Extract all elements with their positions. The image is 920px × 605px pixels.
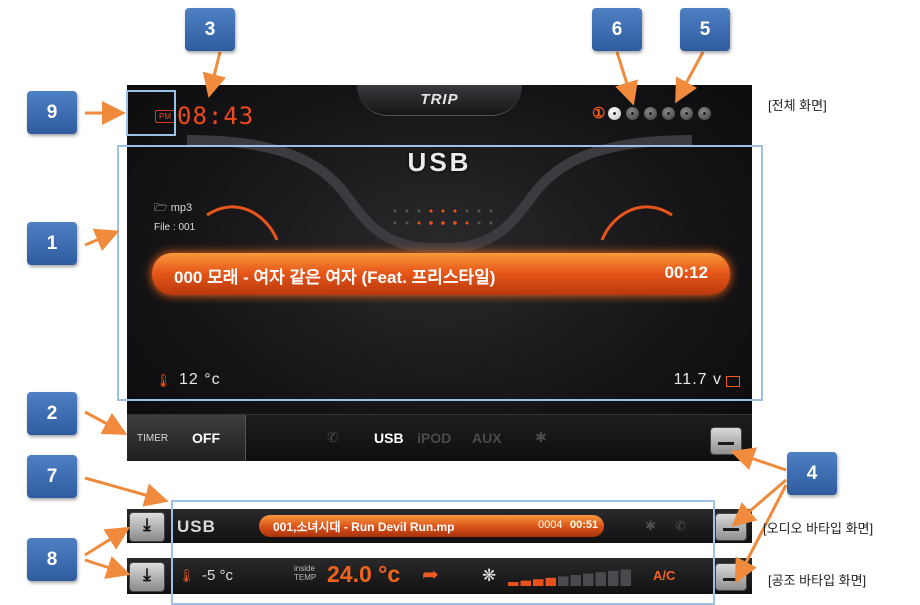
page-dot[interactable] xyxy=(626,107,640,120)
page-dot[interactable] xyxy=(608,107,622,120)
download-button[interactable]: ⤓ xyxy=(129,562,165,592)
download-button[interactable]: ⤓ xyxy=(129,512,165,542)
source-aux[interactable]: AUX xyxy=(472,430,502,446)
expand-button[interactable] xyxy=(715,563,747,591)
timer-value: OFF xyxy=(192,430,220,446)
callout-badge: 1 xyxy=(27,222,77,265)
page-dot[interactable] xyxy=(680,107,694,120)
callout-badge: 9 xyxy=(27,91,77,134)
note-full-screen: [전체 화면] xyxy=(768,98,827,113)
note-hvac-strip: [공조 바타입 화면] xyxy=(768,573,867,588)
page-number: ① xyxy=(592,105,606,122)
source-ipod[interactable]: iPOD xyxy=(417,430,451,446)
note-audio-strip: [오디오 바타입 화면] xyxy=(763,521,874,536)
highlight-frame-strips xyxy=(171,500,715,605)
page-indicator: ① xyxy=(592,105,716,122)
page-dot[interactable] xyxy=(644,107,658,120)
page-dot[interactable] xyxy=(662,107,676,120)
page-dot[interactable] xyxy=(698,107,712,120)
callout-badge: 5 xyxy=(680,8,730,51)
callout-badge: 8 xyxy=(27,538,77,581)
minimize-button[interactable] xyxy=(710,427,742,455)
source-bar: TIMER OFF ✆ USB iPOD AUX ✱ xyxy=(127,414,752,461)
timer-button[interactable]: TIMER OFF xyxy=(127,415,246,461)
download-icon: ⤓ xyxy=(143,515,151,534)
callout-badge: 7 xyxy=(27,455,77,498)
source-usb[interactable]: USB xyxy=(374,430,404,446)
timer-label: TIMER xyxy=(137,433,169,444)
mode-tab-label: TRIP xyxy=(420,91,459,108)
expand-button[interactable] xyxy=(715,513,747,541)
callout-badge: 3 xyxy=(185,8,235,51)
download-icon: ⤓ xyxy=(143,565,151,584)
callout-badge: 4 xyxy=(787,452,837,495)
callout-badge: 2 xyxy=(27,392,77,435)
highlight-frame-main-area xyxy=(117,145,763,401)
highlight-frame-clock-period xyxy=(126,90,176,136)
phone-icon[interactable]: ✆ xyxy=(327,429,339,446)
bluetooth-icon[interactable]: ✱ xyxy=(535,429,547,446)
callout-badge: 6 xyxy=(592,8,642,51)
